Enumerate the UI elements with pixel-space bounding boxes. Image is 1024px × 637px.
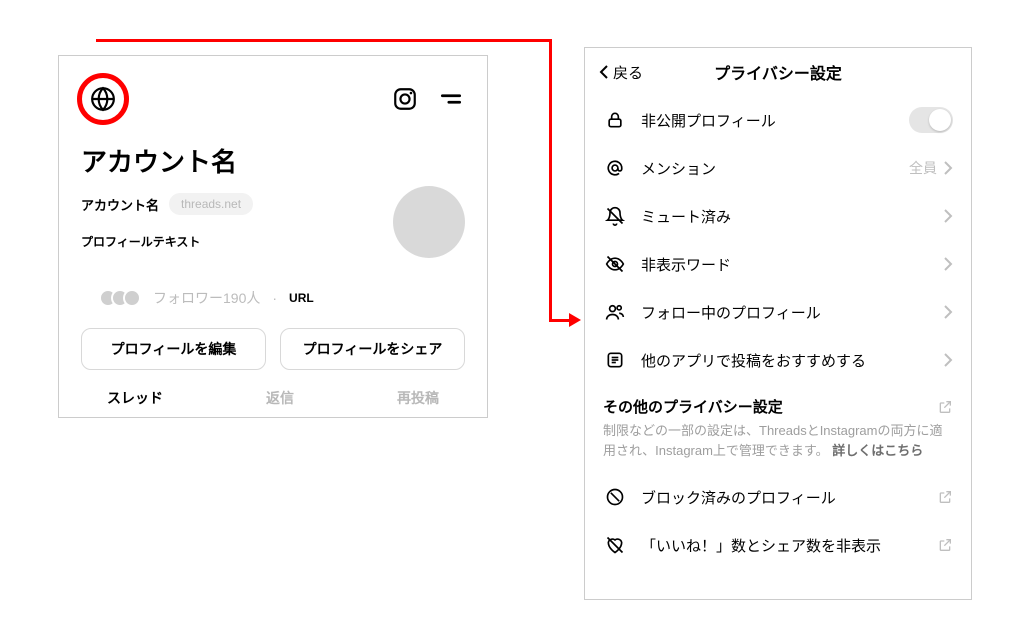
threads-net-badge[interactable]: threads.net bbox=[169, 193, 253, 215]
eye-off-icon bbox=[603, 252, 627, 276]
chevron-right-icon bbox=[943, 304, 953, 320]
lock-icon bbox=[603, 108, 627, 132]
external-link-icon bbox=[937, 537, 953, 553]
profile-url[interactable]: URL bbox=[289, 291, 314, 305]
bell-off-icon bbox=[603, 204, 627, 228]
row-label-blocked: ブロック済みのプロフィール bbox=[641, 487, 937, 508]
chevron-right-icon bbox=[943, 352, 953, 368]
row-hidden-words[interactable]: 非表示ワード bbox=[585, 240, 971, 288]
row-following-profiles[interactable]: フォロー中のプロフィール bbox=[585, 288, 971, 336]
chevron-right-icon bbox=[943, 160, 953, 176]
mentions-value-trail: 全員 bbox=[909, 158, 953, 178]
row-label-private: 非公開プロフィール bbox=[641, 110, 909, 131]
chevron-left-icon bbox=[599, 64, 609, 80]
external-link-icon bbox=[937, 489, 953, 505]
profile-panel: アカウント名 アカウント名 threads.net プロフィールテキスト フォロ… bbox=[58, 55, 488, 418]
edit-profile-button[interactable]: プロフィールを編集 bbox=[81, 328, 266, 370]
chevron-right-icon bbox=[943, 208, 953, 224]
chevron-right-icon bbox=[943, 256, 953, 272]
profile-top-right-icons bbox=[391, 85, 465, 113]
tab-threads[interactable]: スレッド bbox=[107, 388, 163, 408]
share-profile-button[interactable]: プロフィールをシェア bbox=[280, 328, 465, 370]
followers-row[interactable]: フォロワー190人 · URL bbox=[99, 288, 465, 308]
row-label-hidden-words: 非表示ワード bbox=[641, 254, 943, 275]
annotation-arrow bbox=[549, 39, 552, 322]
followers-text: フォロワー190人 bbox=[153, 288, 260, 308]
row-label-muted: ミュート済み bbox=[641, 206, 943, 227]
row-muted[interactable]: ミュート済み bbox=[585, 192, 971, 240]
external-link-icon bbox=[937, 399, 953, 415]
profile-buttons-row: プロフィールを編集 プロフィールをシェア bbox=[81, 328, 465, 370]
annotation-arrow bbox=[96, 39, 552, 42]
tab-reposts[interactable]: 再投稿 bbox=[397, 388, 439, 408]
separator-dot: · bbox=[272, 290, 277, 306]
follower-avatars bbox=[99, 289, 141, 307]
private-profile-toggle[interactable] bbox=[909, 107, 953, 133]
at-icon bbox=[603, 156, 627, 180]
display-name: アカウント名 bbox=[81, 142, 465, 179]
row-blocked[interactable]: ブロック済みのプロフィール bbox=[585, 473, 971, 521]
row-private-profile[interactable]: 非公開プロフィール bbox=[585, 96, 971, 144]
mentions-value: 全員 bbox=[909, 158, 937, 178]
privacy-settings-panel: 戻る プライバシー設定 非公開プロフィール メンション 全員 ミュート済み 非表… bbox=[584, 47, 972, 600]
row-label-hide-likes: 「いいね！」数とシェア数を非表示 bbox=[641, 535, 937, 556]
instagram-icon[interactable] bbox=[391, 85, 419, 113]
blocked-icon bbox=[603, 485, 627, 509]
other-privacy-header-row[interactable]: その他のプライバシー設定 bbox=[585, 384, 971, 421]
avatar[interactable] bbox=[393, 186, 465, 258]
other-privacy-header: その他のプライバシー設定 bbox=[603, 396, 937, 417]
username-label: アカウント名 bbox=[81, 195, 159, 214]
list-icon bbox=[603, 348, 627, 372]
back-label: 戻る bbox=[613, 62, 643, 83]
back-button[interactable]: 戻る bbox=[599, 62, 643, 83]
row-mentions[interactable]: メンション 全員 bbox=[585, 144, 971, 192]
row-label-suggest: 他のアプリで投稿をおすすめする bbox=[641, 350, 943, 371]
profile-top-row bbox=[81, 74, 465, 124]
privacy-header: 戻る プライバシー設定 bbox=[585, 48, 971, 96]
people-icon bbox=[603, 300, 627, 324]
globe-icon bbox=[90, 86, 116, 112]
annotation-arrow-head bbox=[569, 313, 581, 327]
profile-tabs: スレッド 返信 再投稿 bbox=[81, 388, 465, 408]
heart-off-icon bbox=[603, 533, 627, 557]
globe-icon-highlight[interactable] bbox=[77, 73, 129, 125]
other-privacy-more-link[interactable]: 詳しくはこちら bbox=[832, 443, 923, 458]
row-suggest-other-apps[interactable]: 他のアプリで投稿をおすすめする bbox=[585, 336, 971, 384]
row-hide-likes[interactable]: 「いいね！」数とシェア数を非表示 bbox=[585, 521, 971, 569]
row-label-following: フォロー中のプロフィール bbox=[641, 302, 943, 323]
menu-icon[interactable] bbox=[437, 85, 465, 113]
other-privacy-desc: 制限などの一部の設定は、ThreadsとInstagramの両方に適用され、In… bbox=[585, 421, 971, 473]
tab-replies[interactable]: 返信 bbox=[266, 388, 294, 408]
row-label-mentions: メンション bbox=[641, 158, 909, 179]
